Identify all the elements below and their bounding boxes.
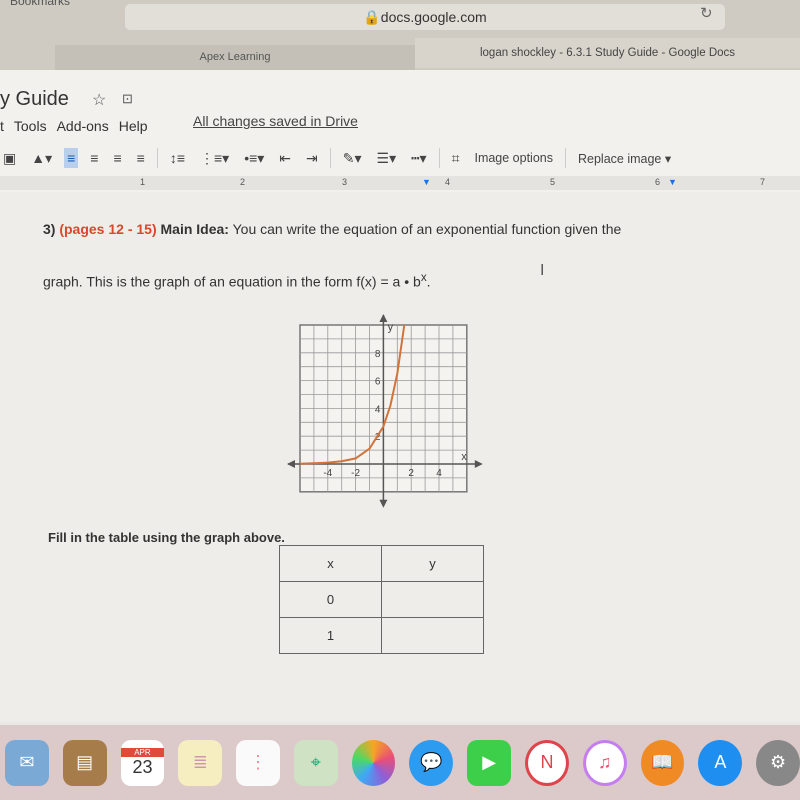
x-axis-label: x: [461, 451, 467, 463]
y-axis-label: y: [388, 322, 394, 334]
table-row: 1: [279, 617, 484, 654]
question-text: graph. This is the graph of an equation …: [43, 273, 421, 290]
calendar-app-icon[interactable]: APR 23: [120, 739, 165, 786]
books-app-icon[interactable]: 📖: [640, 739, 685, 786]
numbered-list-icon[interactable]: ⋮≡▾: [197, 148, 232, 169]
move-folder-icon[interactable]: ⊡: [122, 91, 133, 107]
ruler-mark: 5: [550, 177, 556, 187]
divider: [329, 148, 331, 168]
notes-app-icon[interactable]: ≣: [178, 739, 223, 786]
cell-x: 0: [279, 581, 382, 618]
lock-icon: 🔒: [363, 9, 381, 25]
toolbar: ▣ ▲▾ ≡ ≡ ≡ ≡ ↕≡ ⋮≡▾ •≡▾ ⇤ ⇥ ✎▾ ☰▾ ┅▾ ⌗ I…: [0, 143, 800, 173]
cell-y[interactable]: [381, 617, 484, 654]
y-tick-label: 6: [375, 377, 381, 388]
menu-addons[interactable]: Add-ons: [57, 118, 109, 134]
calendar-day: 23: [132, 756, 153, 777]
table-row: 0: [279, 581, 484, 618]
ruler-mark: 4: [445, 177, 451, 187]
news-app-icon[interactable]: N: [525, 739, 569, 786]
increase-indent-icon[interactable]: ⇥: [303, 148, 321, 169]
photos-app-icon[interactable]: [351, 739, 396, 786]
period: .: [426, 273, 431, 290]
ruler-mark: 7: [760, 177, 766, 187]
exponential-graph[interactable]: xy-4 -2 2 42468: [285, 312, 485, 512]
divider: [156, 148, 158, 168]
border-dash-icon[interactable]: ┅▾: [408, 148, 429, 169]
comment-icon[interactable]: ▣: [0, 148, 19, 169]
pages-ref: (pages 12 - 15): [59, 221, 157, 237]
header-y: y: [381, 545, 484, 582]
url-text: docs.google.com: [380, 9, 487, 25]
maps-app-icon[interactable]: ⌖: [293, 739, 338, 786]
x-tick-label: -4: [323, 468, 332, 479]
address-bar[interactable]: 🔒docs.google.com: [125, 4, 725, 30]
star-icon[interactable]: ☆: [92, 90, 106, 110]
image-options-button[interactable]: Image options: [471, 149, 556, 167]
right-indent-marker-icon[interactable]: ▼: [668, 177, 677, 187]
document-title[interactable]: y Guide: [0, 88, 69, 111]
tab-apex[interactable]: Apex Learning: [55, 45, 415, 70]
border-weight-icon[interactable]: ☰▾: [374, 148, 400, 169]
menu-help[interactable]: Help: [119, 118, 148, 134]
align-center-icon[interactable]: ≡: [87, 148, 101, 168]
music-app-icon[interactable]: ♫: [582, 739, 627, 786]
bookmarks-bar[interactable]: Bookmarks: [10, 0, 70, 8]
tab-google-docs[interactable]: logan shockley - 6.3.1 Study Guide - Goo…: [415, 38, 800, 68]
calendar-month: APR: [120, 747, 165, 757]
y-tick-label: 8: [375, 349, 381, 360]
question-text: You can write the equation of an exponen…: [232, 221, 622, 237]
question-line-2: graph. This is the graph of an equation …: [43, 271, 431, 290]
question-number: 3): [43, 221, 56, 237]
menu-bar: t Tools Add-ons Help: [0, 118, 148, 134]
main-idea-label: Main Idea:: [160, 221, 229, 237]
reload-icon[interactable]: ↻: [700, 4, 713, 22]
system-preferences-icon[interactable]: ⚙: [756, 739, 800, 786]
cell-y[interactable]: [381, 581, 484, 618]
decrease-indent-icon[interactable]: ⇤: [276, 148, 294, 169]
line-spacing-icon[interactable]: ↕≡: [167, 148, 188, 168]
border-color-icon[interactable]: ✎▾: [340, 148, 365, 169]
cell-x: 1: [279, 617, 382, 654]
align-right-icon[interactable]: ≡: [110, 148, 124, 168]
ruler-mark: 1: [140, 177, 146, 187]
messages-app-icon[interactable]: 💬: [409, 739, 454, 786]
insert-image-icon[interactable]: ▲▾: [28, 148, 55, 169]
dock: ✉ ▤ APR 23 ≣ ⋮ ⌖ 💬 ▶ N ♫ 📖 A ⚙: [0, 725, 800, 800]
answer-table: xy 0 1: [279, 545, 484, 654]
facetime-app-icon[interactable]: ▶: [467, 739, 512, 786]
question-line-1: 3) (pages 12 - 15) Main Idea: You can wr…: [43, 221, 621, 237]
justify-icon[interactable]: ≡: [134, 148, 148, 168]
x-tick-label: 2: [408, 468, 414, 479]
mail-app-icon[interactable]: ✉: [5, 739, 49, 786]
y-tick-label: 4: [375, 404, 381, 415]
contacts-app-icon[interactable]: ▤: [62, 739, 107, 786]
divider: [438, 148, 440, 168]
text-cursor-icon: I: [540, 262, 545, 279]
ruler[interactable]: 1 2 3 4 5 6 7 ▼ ▼: [0, 176, 800, 190]
replace-image-button[interactable]: Replace image ▾: [575, 149, 674, 168]
ruler-mark: 2: [240, 177, 246, 187]
bulleted-list-icon[interactable]: •≡▾: [241, 148, 267, 169]
table-instruction: Fill in the table using the graph above.: [48, 530, 285, 545]
reminders-app-icon[interactable]: ⋮: [236, 739, 280, 786]
ruler-mark: 3: [342, 177, 348, 187]
header-x: x: [279, 545, 382, 582]
menu-format[interactable]: t: [0, 118, 4, 134]
app-store-icon[interactable]: A: [698, 739, 743, 786]
align-left-icon[interactable]: ≡: [64, 148, 79, 168]
indent-marker-icon[interactable]: ▼: [422, 177, 431, 187]
table-header-row: xy: [279, 545, 484, 582]
ruler-mark: 6: [655, 177, 661, 187]
divider: [565, 148, 566, 168]
x-tick-label: -2: [351, 468, 360, 479]
x-tick-label: 4: [436, 468, 442, 479]
save-status[interactable]: All changes saved in Drive: [193, 113, 358, 129]
crop-icon[interactable]: ⌗: [449, 148, 463, 169]
menu-tools[interactable]: Tools: [14, 118, 47, 134]
